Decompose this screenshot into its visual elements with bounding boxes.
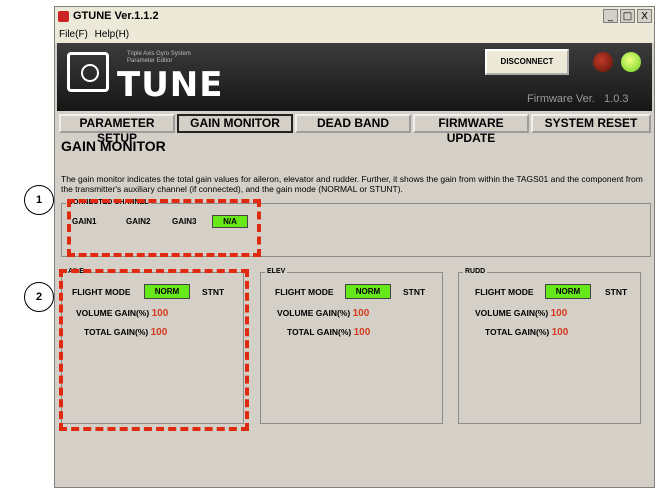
rudd-label: RUDD — [463, 268, 488, 275]
menu-help[interactable]: Help(H) — [95, 29, 129, 40]
app-icon — [58, 11, 69, 22]
minimize-button[interactable]: _ — [603, 9, 618, 23]
highlight-box-1 — [67, 199, 261, 257]
elev-volume-value: 100 — [352, 308, 370, 319]
firmware-version: Firmware Ver. 1.0.3 — [527, 93, 629, 105]
tab-dead-band[interactable]: DEAD BAND — [295, 114, 411, 133]
rudd-stnt-label: STNT — [605, 287, 628, 297]
elev-total-value: 100 — [353, 327, 371, 338]
app-window: GTUNE Ver.1.1.2 _ □ X File(F) Help(H) Tr… — [54, 6, 655, 488]
callout-2: 2 — [24, 282, 54, 312]
tab-firmware-update[interactable]: FIRMWARE UPDATE — [413, 114, 529, 145]
rudd-total-gain: TOTAL GAIN(%) 100 — [485, 327, 569, 338]
tab-parameter-setup[interactable]: PARAMETER SETUP — [59, 114, 175, 145]
highlight-box-2 — [59, 269, 249, 431]
status-led-green-icon — [621, 52, 641, 72]
close-button[interactable]: X — [637, 9, 652, 23]
menu-file[interactable]: File(F) — [59, 29, 88, 40]
title-bar: GTUNE Ver.1.1.2 _ □ X — [55, 7, 654, 28]
menu-bar: File(F) Help(H) — [55, 27, 654, 43]
elev-norm-badge: NORM — [345, 284, 391, 299]
rudd-norm-badge: NORM — [545, 284, 591, 299]
tab-system-reset[interactable]: SYSTEM RESET — [531, 114, 651, 133]
rudd-volume-gain: VOLUME GAIN(%) 100 — [475, 308, 568, 319]
logo-text: TUNE — [117, 65, 224, 105]
elev-flight-mode-label: FLIGHT MODE — [275, 287, 334, 297]
tab-gain-monitor[interactable]: GAIN MONITOR — [177, 114, 293, 133]
header-banner: Triple Axis Gyro System Parameter Editor… — [57, 43, 652, 111]
elev-label: ELEV — [265, 268, 288, 275]
status-led-red-icon — [593, 52, 613, 72]
elev-panel: ELEV FLIGHT MODE NORM STNT VOLUME GAIN(%… — [260, 268, 443, 424]
logo-tagline: Triple Axis Gyro System Parameter Editor — [127, 51, 191, 64]
rudd-volume-value: 100 — [550, 308, 568, 319]
rudd-panel: RUDD FLIGHT MODE NORM STNT VOLUME GAIN(%… — [458, 268, 641, 424]
disconnect-button[interactable]: DISCONNECT — [485, 49, 569, 75]
gtune-logo-icon — [67, 52, 109, 92]
elev-volume-gain: VOLUME GAIN(%) 100 — [277, 308, 370, 319]
tab-bar: PARAMETER SETUP GAIN MONITOR DEAD BAND F… — [59, 114, 651, 145]
rudd-total-value: 100 — [551, 327, 569, 338]
callout-1: 1 — [24, 185, 54, 215]
rudd-flight-mode-label: FLIGHT MODE — [475, 287, 534, 297]
window-title: GTUNE Ver.1.1.2 — [73, 10, 159, 22]
elev-stnt-label: STNT — [403, 287, 426, 297]
page-description: The gain monitor indicates the total gai… — [61, 174, 643, 194]
maximize-button[interactable]: □ — [620, 9, 635, 23]
gyro-circle-icon — [81, 64, 99, 82]
page-title: GAIN MONITOR — [61, 138, 166, 154]
elev-total-gain: TOTAL GAIN(%) 100 — [287, 327, 371, 338]
